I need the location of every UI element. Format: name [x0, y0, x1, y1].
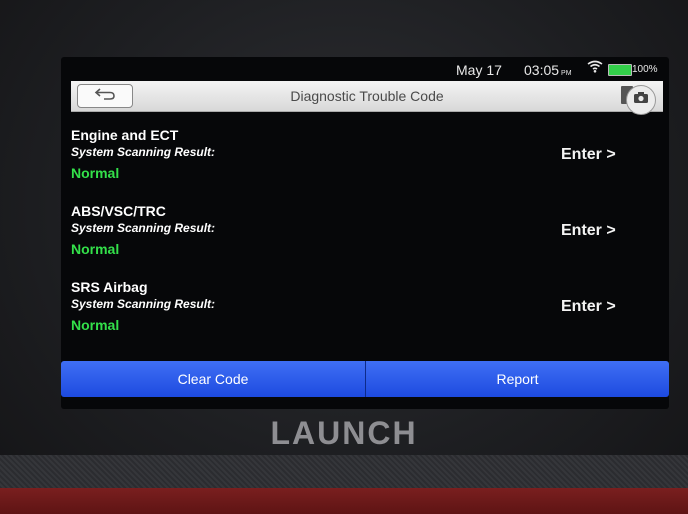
- scan-result-label: System Scanning Result:: [71, 145, 216, 159]
- status-time: 03:05 PM: [524, 62, 572, 78]
- title-bar: Diagnostic Trouble Code: [71, 81, 663, 112]
- clear-code-button[interactable]: Clear Code: [61, 361, 366, 397]
- wifi-icon: [587, 60, 603, 76]
- scan-status: Normal: [71, 241, 120, 257]
- enter-button[interactable]: Enter >: [561, 298, 616, 316]
- launch-logo: LAUNCH: [270, 415, 418, 451]
- camera-button[interactable]: [626, 85, 656, 115]
- screen: May 17 03:05 PM 100% Diagnostic Trouble C…: [61, 57, 669, 409]
- status-date: May 17: [456, 62, 502, 78]
- system-name: SRS Airbag: [71, 279, 148, 295]
- system-row-srs[interactable]: SRS Airbag System Scanning Result: Norma…: [71, 279, 663, 349]
- battery-icon: [608, 64, 632, 76]
- enter-button[interactable]: Enter >: [561, 222, 616, 240]
- system-name: Engine and ECT: [71, 127, 179, 143]
- page-title: Diagnostic Trouble Code: [290, 88, 444, 104]
- battery-percent: 100%: [632, 64, 658, 75]
- system-name: ABS/VSC/TRC: [71, 203, 166, 219]
- scan-status: Normal: [71, 165, 120, 181]
- system-row-abs[interactable]: ABS/VSC/TRC System Scanning Result: Norm…: [71, 203, 663, 273]
- enter-button[interactable]: Enter >: [561, 146, 616, 164]
- status-time-value: 03:05: [524, 62, 560, 78]
- battery-level-fill: [609, 65, 631, 75]
- scan-result-label: System Scanning Result:: [71, 297, 216, 311]
- system-row-engine[interactable]: Engine and ECT System Scanning Result: N…: [71, 127, 663, 197]
- scan-result-label: System Scanning Result:: [71, 221, 216, 235]
- camera-icon: [633, 91, 649, 109]
- scan-status: Normal: [71, 317, 120, 333]
- report-button[interactable]: Report: [366, 361, 669, 397]
- device-base: [0, 488, 688, 514]
- status-ampm: PM: [561, 70, 572, 77]
- status-bar: May 17 03:05 PM 100%: [61, 57, 669, 81]
